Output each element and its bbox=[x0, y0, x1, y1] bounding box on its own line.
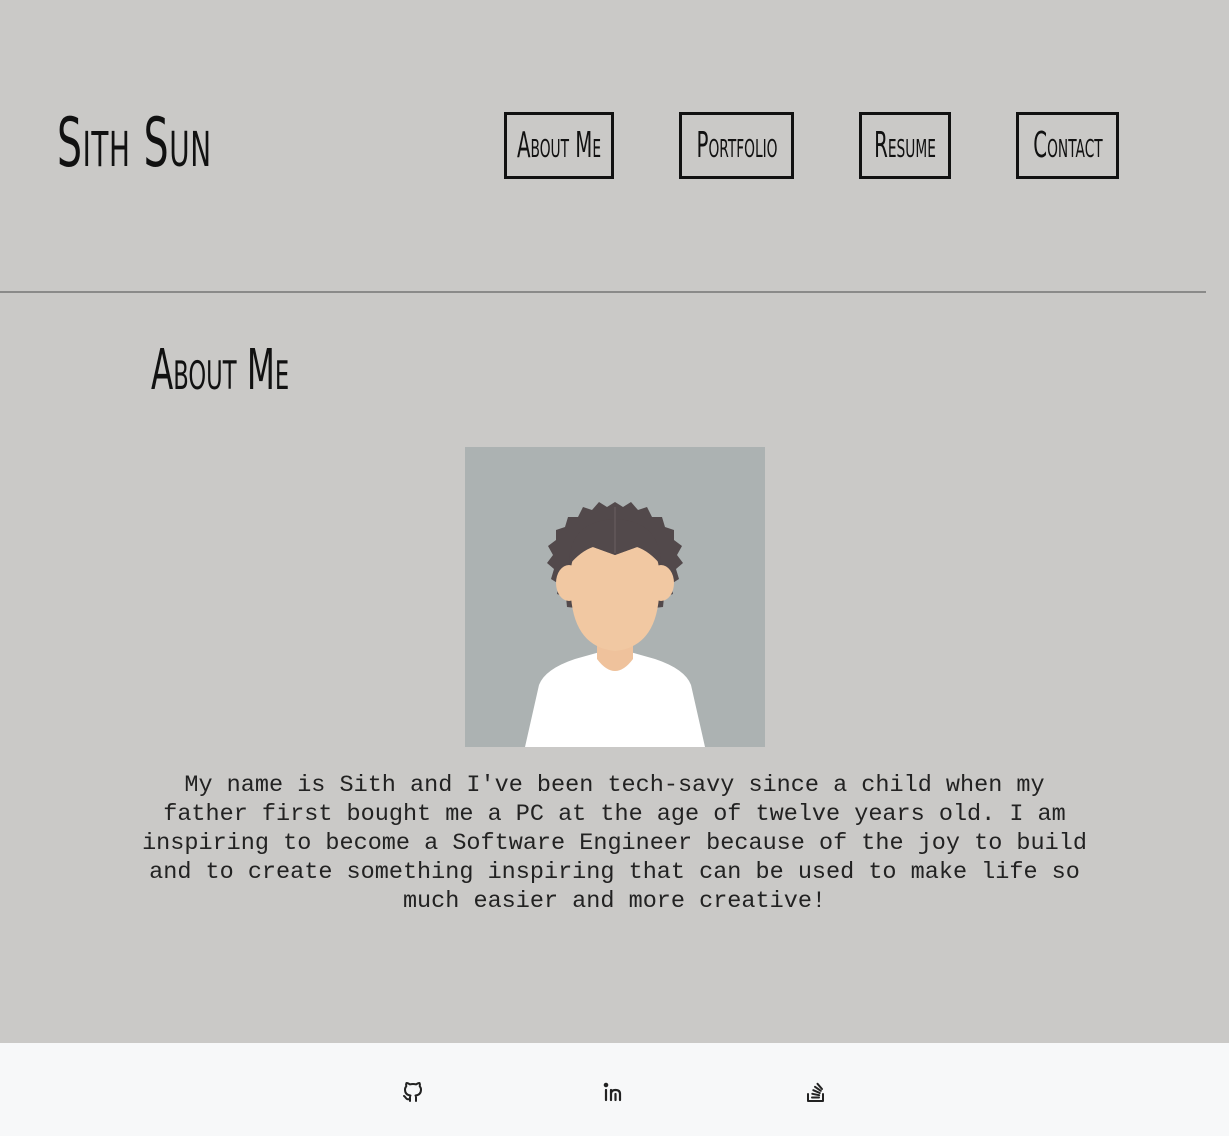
avatar-illustration-icon bbox=[525, 502, 705, 747]
linkedin-icon bbox=[603, 1082, 622, 1102]
site-title: Sith Sun bbox=[57, 104, 212, 183]
nav-portfolio-label: Portfolio bbox=[696, 124, 777, 166]
nav-portfolio-button[interactable]: Portfolio bbox=[679, 112, 794, 179]
linkedin-link[interactable] bbox=[601, 1079, 627, 1105]
stackoverflow-link[interactable] bbox=[803, 1079, 829, 1105]
nav-about-me-label: About Me bbox=[516, 124, 602, 166]
avatar bbox=[465, 447, 765, 747]
site-header: Sith Sun About Me Portfolio Resume Conta… bbox=[0, 0, 1229, 292]
nav-resume-button[interactable]: Resume bbox=[859, 112, 951, 179]
site-footer bbox=[0, 1043, 1229, 1136]
bio-text: My name is Sith and I've been tech-savy … bbox=[142, 772, 1087, 915]
header-divider bbox=[0, 291, 1206, 293]
github-link[interactable] bbox=[400, 1079, 426, 1105]
nav-contact-button[interactable]: Contact bbox=[1016, 112, 1119, 179]
nav-contact-label: Contact bbox=[1032, 124, 1103, 166]
nav-resume-label: Resume bbox=[874, 124, 936, 166]
github-icon bbox=[403, 1082, 422, 1102]
stackoverflow-icon bbox=[807, 1082, 824, 1102]
nav-about-me-button[interactable]: About Me bbox=[504, 112, 614, 179]
section-title: About Me bbox=[151, 338, 290, 403]
